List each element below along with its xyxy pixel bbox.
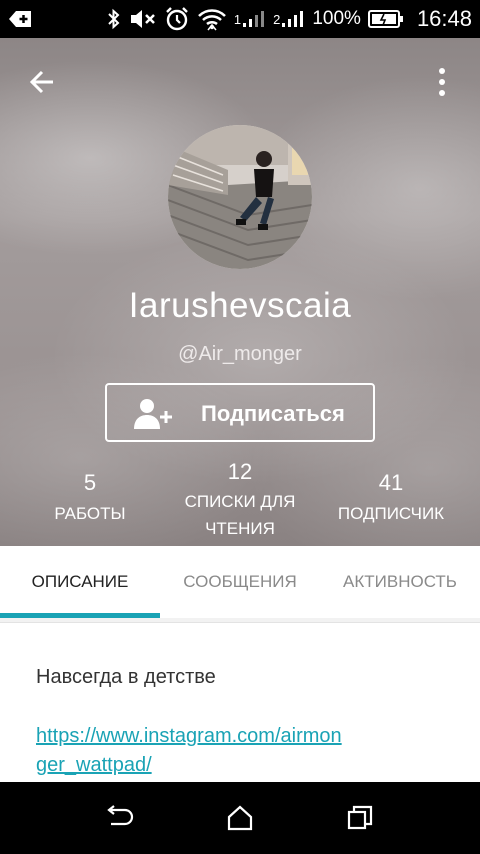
stat-followers-value: 41	[378, 470, 404, 495]
stat-works-label: РАБОТЫ	[54, 504, 126, 523]
profile-display-name: Iarushevscaia	[128, 286, 352, 325]
nav-back-icon	[107, 805, 134, 826]
bluetooth-icon	[106, 7, 122, 31]
stat-works-value: 5	[83, 470, 97, 495]
nav-recent-apps-button[interactable]	[340, 798, 380, 838]
signal-icon: 1	[234, 9, 266, 29]
more-vert-icon	[439, 68, 445, 96]
avatar[interactable]	[168, 125, 312, 269]
wifi-icon	[197, 6, 227, 32]
follow-label: Подписаться	[201, 401, 345, 426]
nav-home-icon	[227, 805, 253, 831]
profile-handle: @Air_monger	[178, 343, 302, 365]
nav-recent-apps-icon	[347, 805, 373, 830]
back-button[interactable]	[22, 62, 62, 102]
stat-reading-lists-value: 12	[227, 459, 253, 484]
mute-icon	[129, 7, 157, 31]
signal-icon-2: 2	[273, 9, 305, 29]
system-nav-bar	[0, 782, 480, 854]
arrow-back-icon	[29, 70, 53, 94]
bio-text: Навсегда в детстве	[36, 666, 216, 688]
tab-description[interactable]: ОПИСАНИЕ	[0, 546, 160, 618]
battery-percent: 100%	[312, 8, 361, 29]
battery-icon	[367, 9, 404, 29]
stat-reading-lists-label-line2: ЧТЕНИЯ	[205, 519, 275, 538]
nav-back-button[interactable]	[100, 798, 140, 838]
stat-followers[interactable]: 41 ПОДПИСЧИК	[328, 470, 454, 524]
nav-home-button[interactable]	[220, 798, 260, 838]
stat-reading-lists-label-line1: СПИСКИ ДЛЯ	[184, 492, 296, 511]
clock: 16:48	[416, 6, 472, 31]
status-bar: 1 2 100% 16:48	[0, 0, 480, 38]
about-card: Навсегда в детстве https://www.instagram…	[0, 622, 480, 782]
avatar-photo	[168, 125, 312, 269]
add-person-icon	[133, 397, 173, 436]
stat-works[interactable]: 5 РАБОТЫ	[40, 470, 140, 524]
description-content: Навсегда в детстве https://www.instagram…	[0, 618, 480, 782]
bio-link[interactable]: https://www.instagram.com/airmonger_watt…	[36, 722, 346, 780]
follow-button[interactable]: Подписаться	[105, 383, 375, 442]
profile-tabs: ОПИСАНИЕ СООБЩЕНИЯ АКТИВНОСТЬ	[0, 546, 480, 618]
tab-messages[interactable]: СООБЩЕНИЯ	[160, 546, 320, 618]
more-options-button[interactable]	[422, 62, 462, 102]
alarm-icon	[164, 6, 190, 32]
stat-reading-lists[interactable]: 12 СПИСКИ ДЛЯ ЧТЕНИЯ	[170, 459, 310, 539]
profile-header: Iarushevscaia @Air_monger Подписаться 5 …	[0, 38, 480, 546]
notification-plus-icon	[8, 9, 34, 29]
tab-activity[interactable]: АКТИВНОСТЬ	[320, 546, 480, 618]
stat-followers-label: ПОДПИСЧИК	[337, 504, 445, 523]
